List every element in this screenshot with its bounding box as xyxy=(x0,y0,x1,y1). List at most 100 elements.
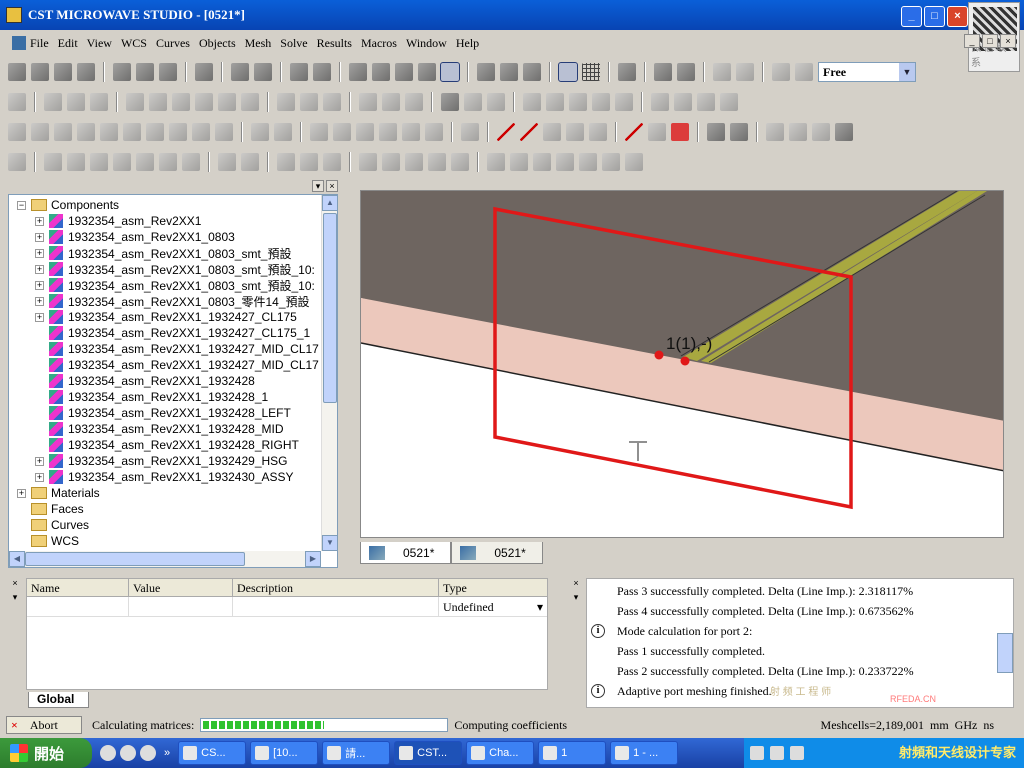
move-wcs-icon[interactable] xyxy=(510,153,528,171)
tree-item[interactable]: − Components xyxy=(17,197,119,213)
import-icon[interactable] xyxy=(795,63,813,81)
boolean-icon[interactable] xyxy=(651,93,669,111)
tree-item[interactable]: 1932354_asm_Rev2XX1_1932427_MID_CL17 xyxy=(35,357,319,373)
document-icon[interactable] xyxy=(12,36,26,50)
zoom-fit-icon[interactable] xyxy=(500,63,518,81)
zoom-icon[interactable] xyxy=(477,63,495,81)
tree-expander-icon[interactable]: + xyxy=(35,248,44,258)
circle-icon[interactable] xyxy=(543,123,561,141)
wireframe-icon[interactable] xyxy=(618,63,636,81)
message-scrollbar[interactable] xyxy=(997,633,1013,673)
curve-arc-icon[interactable] xyxy=(113,153,131,171)
check-icon[interactable] xyxy=(290,63,308,81)
chevron-down-icon[interactable]: ▾ xyxy=(537,597,543,617)
probe-icon[interactable] xyxy=(149,93,167,111)
quick-launch-overflow[interactable]: » xyxy=(164,747,170,759)
tree-expander-icon[interactable]: + xyxy=(35,264,44,274)
tree-item[interactable]: Faces xyxy=(17,501,84,517)
taskbar-button[interactable]: CS... xyxy=(178,741,247,765)
save-icon[interactable] xyxy=(54,63,72,81)
taskbar-button[interactable]: 1 - ... xyxy=(610,741,679,765)
network-icon[interactable] xyxy=(770,746,784,760)
grid-icon[interactable] xyxy=(582,63,600,81)
menu-wcs[interactable]: WCS xyxy=(121,36,147,51)
curve-rectangle-icon[interactable] xyxy=(136,153,154,171)
tree-item[interactable]: Curves xyxy=(17,517,89,533)
elliptic-cylinder-icon[interactable] xyxy=(77,123,95,141)
pick-face-icon[interactable] xyxy=(648,123,666,141)
copy-icon[interactable] xyxy=(136,63,154,81)
tab-schematic-view[interactable]: 0521* xyxy=(451,542,543,564)
brick-icon[interactable] xyxy=(441,93,459,111)
message-item[interactable]: Pass 1 successfully completed. xyxy=(587,641,765,661)
media-player-icon[interactable] xyxy=(120,745,136,761)
tree-item[interactable]: +1932354_asm_Rev2XX1 xyxy=(35,213,201,229)
open-icon[interactable] xyxy=(31,63,49,81)
scale-icon[interactable] xyxy=(592,93,610,111)
template-icon[interactable] xyxy=(359,93,377,111)
tree-item[interactable]: 1932354_asm_Rev2XX1_1932428_MID xyxy=(35,421,284,437)
delete-icon[interactable] xyxy=(231,63,249,81)
boolean-subtract-icon[interactable] xyxy=(697,93,715,111)
cut-plane-icon[interactable] xyxy=(713,63,731,81)
pick-icon[interactable] xyxy=(254,63,272,81)
message-item[interactable]: i Mode calculation for port 2: xyxy=(587,621,752,641)
tree-expander-icon[interactable]: + xyxy=(35,296,44,306)
app-icon[interactable] xyxy=(6,7,22,23)
tree-panel-close-button[interactable]: × xyxy=(326,180,338,192)
save-all-icon[interactable] xyxy=(77,63,95,81)
tree-vscroll-thumb[interactable] xyxy=(323,213,337,403)
menu-objects[interactable]: Objects xyxy=(199,36,236,51)
macro-icon[interactable] xyxy=(405,93,423,111)
boundary-icon[interactable] xyxy=(356,123,374,141)
store-wcs-icon[interactable] xyxy=(602,153,620,171)
tree-expander-icon[interactable]: + xyxy=(17,488,26,498)
split-icon[interactable] xyxy=(323,153,341,171)
menu-curves[interactable]: Curves xyxy=(156,36,190,51)
plot-icon[interactable] xyxy=(277,93,295,111)
stop-icon[interactable] xyxy=(671,123,689,141)
cylinder-icon[interactable] xyxy=(54,123,72,141)
boolean-add-icon[interactable] xyxy=(674,93,692,111)
cut-icon[interactable] xyxy=(159,63,177,81)
tab-3d-view[interactable]: 0521* xyxy=(360,542,452,564)
wire-icon[interactable] xyxy=(126,93,144,111)
hand-icon[interactable] xyxy=(707,123,725,141)
messages-close-button[interactable]: × xyxy=(570,578,582,588)
frequency-icon[interactable] xyxy=(402,123,420,141)
taskbar-button[interactable]: 1 xyxy=(538,741,607,765)
tree-horizontal-scrollbar[interactable]: ◀ ▶ xyxy=(9,551,321,567)
circle-center-icon[interactable] xyxy=(566,123,584,141)
curve-polygon-icon[interactable] xyxy=(159,153,177,171)
tree-item[interactable]: +1932354_asm_Rev2XX1_0803_零件14_預設 xyxy=(35,293,310,309)
tree-item[interactable]: 1932354_asm_Rev2XX1_1932428 xyxy=(35,373,255,389)
extend-icon[interactable] xyxy=(300,153,318,171)
curve-analyze-icon[interactable] xyxy=(8,93,26,111)
frame-icon[interactable] xyxy=(382,153,400,171)
print-icon[interactable] xyxy=(113,63,131,81)
info-icon[interactable] xyxy=(313,63,331,81)
menu-help[interactable]: Help xyxy=(456,36,479,51)
column-description[interactable]: Description xyxy=(233,579,439,596)
table-row[interactable]: Undefined ▾ xyxy=(27,597,547,617)
taskbar-button[interactable]: 請... xyxy=(322,741,391,765)
align-wcs-icon[interactable] xyxy=(766,123,784,141)
shape-icon[interactable] xyxy=(464,93,482,111)
torus-icon[interactable] xyxy=(123,123,141,141)
export-icon[interactable] xyxy=(772,63,790,81)
taskbar-button[interactable]: [10... xyxy=(250,741,319,765)
zoom-rectangle-icon[interactable] xyxy=(440,62,460,82)
volume-icon[interactable] xyxy=(790,746,804,760)
scroll-right-arrow-icon[interactable]: ▶ xyxy=(305,551,321,567)
chamfer-icon[interactable] xyxy=(274,123,292,141)
tree-item[interactable]: +1932354_asm_Rev2XX1_0803_smt_預設 xyxy=(35,245,291,261)
message-item[interactable]: Pass 4 successfully completed. Delta (Li… xyxy=(587,601,914,621)
menu-mesh[interactable]: Mesh xyxy=(245,36,272,51)
mirror-curve-icon[interactable] xyxy=(428,153,446,171)
tree-expander-icon[interactable]: − xyxy=(17,200,26,210)
start-button[interactable]: 開始 xyxy=(0,738,92,768)
tree-panel-menu-button[interactable]: ▾ xyxy=(312,180,324,192)
doc-minimize-button[interactable]: _ xyxy=(964,34,980,48)
taskbar-button[interactable]: Cha... xyxy=(466,741,535,765)
menu-file[interactable]: File xyxy=(30,36,49,51)
